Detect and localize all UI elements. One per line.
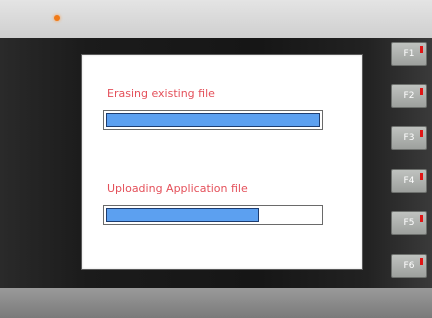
f4-key[interactable]: F4 <box>391 169 427 193</box>
f3-key[interactable]: F3 <box>391 126 427 150</box>
erase-progress-fill <box>106 113 320 127</box>
f6-key[interactable]: F6 <box>391 254 427 278</box>
f3-key-led <box>420 130 423 137</box>
f4-key-led <box>420 173 423 180</box>
f5-key-led <box>420 215 423 222</box>
power-led-indicator <box>54 15 60 21</box>
upload-status-label: Uploading Application file <box>107 182 248 195</box>
erase-status-label: Erasing existing file <box>107 87 215 100</box>
f6-key-label: F6 <box>403 261 415 271</box>
f2-key[interactable]: F2 <box>391 84 427 108</box>
f2-key-label: F2 <box>403 91 415 101</box>
f5-key-label: F5 <box>403 218 415 228</box>
upload-progress-fill <box>106 208 259 222</box>
erase-progress-bar <box>103 110 323 130</box>
f1-key-label: F1 <box>403 49 415 59</box>
f6-key-led <box>420 258 423 265</box>
f1-key[interactable]: F1 <box>391 42 427 66</box>
f3-key-label: F3 <box>403 133 415 143</box>
f1-key-led <box>420 46 423 53</box>
upload-progress-bar <box>103 205 323 225</box>
display-screen: Erasing existing file Uploading Applicat… <box>82 55 362 269</box>
hmi-device: Erasing existing file Uploading Applicat… <box>0 0 432 318</box>
function-key-column: F1 F2 F3 F4 F5 F6 <box>388 38 432 288</box>
f2-key-led <box>420 88 423 95</box>
top-bezel <box>0 0 432 38</box>
f5-key[interactable]: F5 <box>391 211 427 235</box>
f4-key-label: F4 <box>403 176 415 186</box>
bottom-bezel <box>0 288 432 318</box>
